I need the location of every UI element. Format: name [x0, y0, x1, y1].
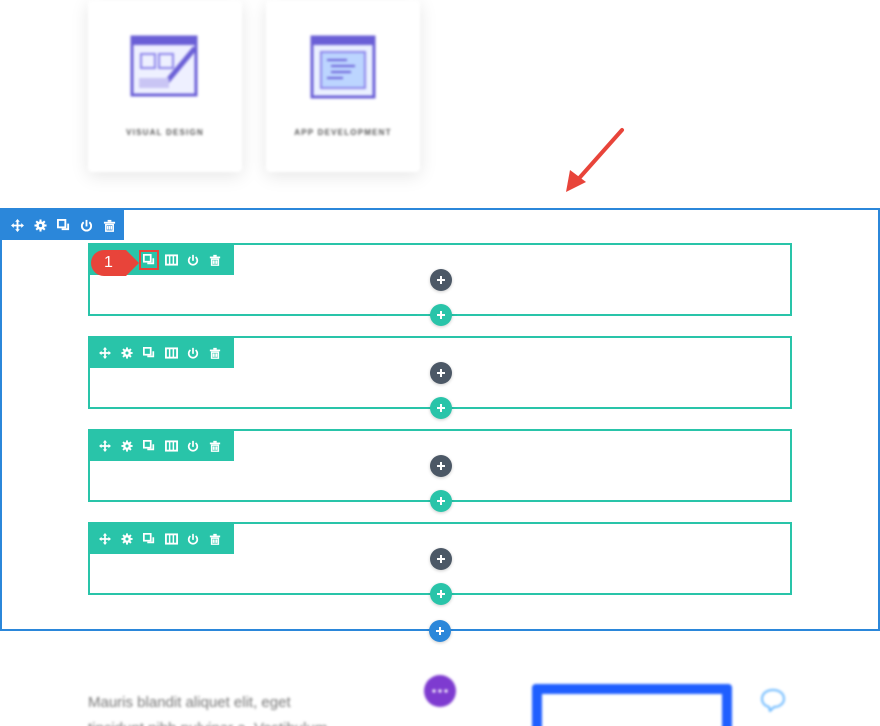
add-row-button[interactable] — [430, 490, 452, 512]
row-toolbar — [90, 524, 234, 554]
chat-bubble-icon — [760, 688, 786, 712]
duplicate-icon[interactable] — [141, 438, 157, 454]
row-3[interactable] — [88, 429, 792, 512]
body-text-line: Mauris blandit aliquet elit, eget — [88, 694, 291, 711]
add-row-button[interactable] — [430, 583, 452, 605]
move-icon[interactable] — [9, 217, 25, 233]
delete-icon[interactable] — [207, 438, 223, 454]
annotation-arrow-icon — [566, 128, 624, 192]
columns-icon[interactable] — [163, 531, 179, 547]
columns-icon[interactable] — [163, 345, 179, 361]
add-module-button[interactable] — [430, 362, 452, 384]
step-callout-badge — [91, 250, 139, 276]
duplicate-icon[interactable] — [55, 217, 71, 233]
move-icon[interactable] — [97, 438, 113, 454]
row-4[interactable] — [88, 522, 792, 605]
delete-icon[interactable] — [207, 252, 223, 268]
duplicate-icon[interactable] — [141, 345, 157, 361]
plus-icon — [437, 369, 445, 377]
delete-icon[interactable] — [207, 345, 223, 361]
columns-icon[interactable] — [163, 252, 179, 268]
add-row-button[interactable] — [430, 304, 452, 326]
settings-icon[interactable] — [119, 345, 135, 361]
row-2[interactable] — [88, 336, 792, 419]
image-frame — [532, 684, 732, 726]
row-toolbar — [90, 431, 234, 461]
settings-icon[interactable] — [119, 531, 135, 547]
save-to-library-icon[interactable] — [185, 345, 201, 361]
card-label: VISUAL DESIGN — [126, 128, 204, 137]
delete-icon[interactable] — [207, 531, 223, 547]
add-module-button[interactable] — [430, 455, 452, 477]
columns-icon[interactable] — [163, 438, 179, 454]
row-1[interactable] — [88, 243, 792, 326]
plus-icon — [437, 590, 445, 598]
section-toolbar — [2, 210, 124, 240]
duplicate-icon[interactable] — [141, 531, 157, 547]
settings-icon[interactable] — [32, 217, 48, 233]
duplicate-icon[interactable] — [139, 250, 159, 270]
page-settings-button[interactable] — [424, 675, 456, 707]
plus-icon — [437, 276, 445, 284]
save-to-library-icon[interactable] — [185, 252, 201, 268]
move-icon[interactable] — [97, 345, 113, 361]
settings-icon[interactable] — [119, 438, 135, 454]
visual-design-icon — [130, 35, 198, 97]
add-section-button[interactable] — [429, 620, 451, 642]
save-to-library-icon[interactable] — [185, 438, 201, 454]
delete-icon[interactable] — [101, 217, 117, 233]
body-text: Mauris blandit aliquet elit, eget tincid… — [88, 690, 327, 726]
add-module-button[interactable] — [430, 548, 452, 570]
plus-icon — [437, 497, 445, 505]
plus-icon — [436, 627, 444, 635]
save-to-library-icon[interactable] — [185, 531, 201, 547]
add-module-button[interactable] — [430, 269, 452, 291]
app-development-icon — [310, 35, 376, 99]
save-to-library-icon[interactable] — [78, 217, 94, 233]
plus-icon — [437, 311, 445, 319]
plus-icon — [437, 555, 445, 563]
move-icon[interactable] — [97, 531, 113, 547]
row-toolbar — [90, 338, 234, 368]
card-label: APP DEVELOPMENT — [294, 128, 392, 137]
service-card-app-development: APP DEVELOPMENT — [266, 0, 420, 172]
plus-icon — [437, 404, 445, 412]
step-callout-number: 1 — [104, 254, 113, 271]
add-row-button[interactable] — [430, 397, 452, 419]
service-card-visual-design: VISUAL DESIGN — [88, 0, 242, 172]
more-options-icon — [432, 689, 448, 693]
plus-icon — [437, 462, 445, 470]
body-text-line: tincidunt nibh pulvinar a. Vestibulum — [88, 716, 327, 726]
